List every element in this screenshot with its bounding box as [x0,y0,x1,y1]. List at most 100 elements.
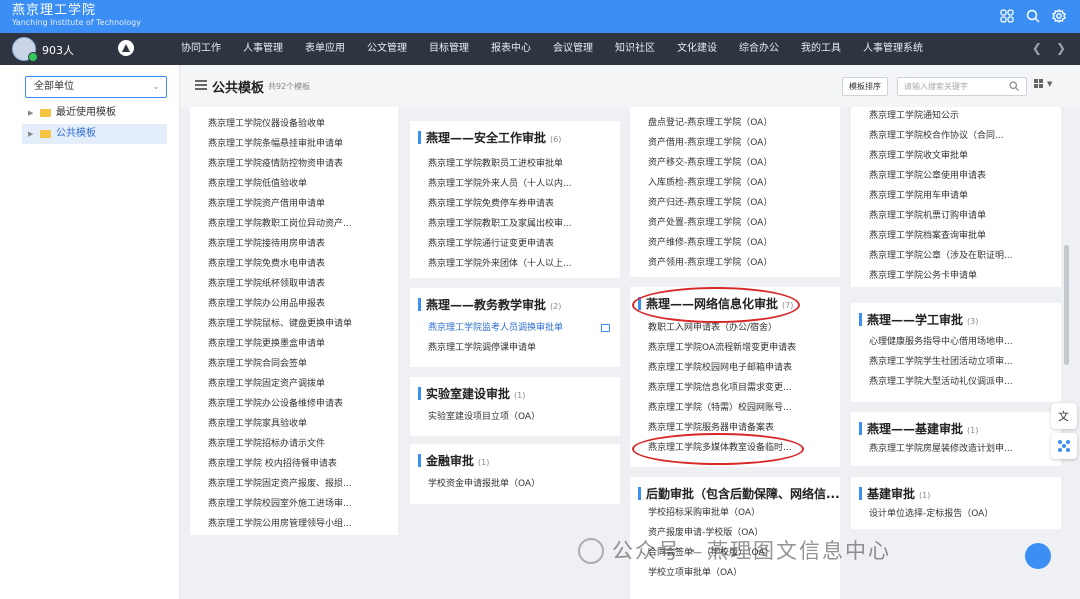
expand-arrow-icon[interactable]: ▶ [28,124,33,144]
template-link[interactable]: 燕京理工学院校合作协议（合同... [869,130,1029,142]
nav-item-forms[interactable]: 表单应用 [294,33,356,65]
template-link[interactable]: 燕京理工学院免费水电申请表 [208,258,368,270]
search-input[interactable]: 请输入搜索关键字 [897,77,1027,96]
template-link[interactable]: 燕京理工学院通知公示 [869,110,1029,122]
template-link[interactable]: 燕京理工学院固定资产报废、报损... [208,478,368,490]
template-link[interactable]: 学校资金申请报批单（OA） [428,478,588,490]
apps-icon[interactable] [1000,9,1014,23]
template-link[interactable]: 燕京理工学院调停课申请单 [428,342,588,354]
template-link[interactable]: 燕京理工学院教职员工进校审批单 [428,158,588,170]
sort-button[interactable]: 模板排序 [842,77,888,96]
template-link[interactable]: 学校立项审批单（OA） [648,567,808,579]
unit-select[interactable]: 全部单位 ⌄ [25,76,167,98]
sidebar-item-recent[interactable]: ▶ 最近使用模板 [22,103,167,123]
template-link[interactable]: 燕京理工学院鼠标、键盘更换申请单 [208,318,368,330]
template-link[interactable]: 燕京理工学院教职工及家属出校审... [428,218,588,230]
template-link[interactable]: 燕京理工学院接待用房申请表 [208,238,368,250]
template-link[interactable]: 实验室建设项目立项（OA） [428,411,588,423]
template-link[interactable]: 燕京理工学院学生社团活动立项审... [869,356,1029,368]
template-link[interactable]: 燕京理工学院校园网电子邮箱申请表 [648,362,808,374]
template-link[interactable]: 资产借用-燕京理工学院（OA） [648,137,808,149]
chevron-left-icon[interactable]: ❮ [1032,41,1042,55]
template-link[interactable]: 燕京理工学院外来人员（十人以内... [428,178,588,190]
template-card: 燕理——基建审批 (1) 燕京理工学院房屋装修改造计划申... [851,412,1061,466]
template-link[interactable]: 资产处置-燕京理工学院（OA） [648,217,808,229]
template-link[interactable]: 燕京理工学院房屋装修改造计划申... [869,443,1029,455]
template-link[interactable]: 教职工入网申请表（办公/宿舍） [648,322,808,334]
nav-item-culture[interactable]: 文化建设 [666,33,728,65]
nav-item-goals[interactable]: 目标管理 [418,33,480,65]
template-link[interactable]: 燕京理工学院档案查询审批单 [869,230,1029,242]
assistant-icon[interactable] [1051,433,1077,459]
expand-arrow-icon[interactable]: ▶ [28,103,33,123]
template-link[interactable]: 燕京理工学院OA流程新增变更申请表 [648,342,808,354]
template-link[interactable]: 燕京理工学院 校内招待餐申请表 [208,458,368,470]
template-link[interactable]: 燕京理工学院大型活动礼仪调派申... [869,376,1029,388]
template-link[interactable]: 燕京理工学院校园室外施工进场审... [208,498,368,510]
template-link[interactable]: 燕京理工学院通行证变更申请表 [428,238,588,250]
card-title: 金融审批 (1) [418,452,489,469]
template-link[interactable]: 燕京理工学院疫情防控物资申请表 [208,158,368,170]
nav-arrows: ❮ ❯ [1032,41,1066,55]
template-link[interactable]: 燕京理工学院合同会签单 [208,358,368,370]
template-link[interactable]: 燕京理工学院（特需）校园网账号... [648,402,808,414]
nav-item-meetings[interactable]: 会议管理 [542,33,604,65]
template-link[interactable]: 燕京理工学院机票订购申请单 [869,210,1029,222]
template-link[interactable]: 心理健康服务指导中心借用场地申... [869,336,1029,348]
search-icon[interactable] [1009,81,1019,91]
gear-icon[interactable] [1052,9,1066,23]
top-icons [1000,9,1066,23]
template-link[interactable]: 入库质检-燕京理工学院（OA） [648,177,808,189]
template-link[interactable]: 燕京理工学院公用房管理领导小组... [208,518,368,530]
view-toggle-icon[interactable]: ▼ [1034,79,1056,93]
nav-item-tools[interactable]: 我的工具 [790,33,852,65]
template-link[interactable]: 燕京理工学院教职工岗位异动资产... [208,218,368,230]
template-link[interactable]: 燕京理工学院公章使用申请表 [869,170,1029,182]
search-icon[interactable] [1026,9,1040,23]
template-link[interactable]: 燕京理工学院条幅悬挂审批申请单 [208,138,368,150]
nav-item-knowledge[interactable]: 知识社区 [604,33,666,65]
template-link[interactable]: 学校招标采购审批单（OA） [648,507,808,519]
chat-float-icon[interactable] [1025,543,1051,569]
template-link[interactable]: 盘点登记-燕京理工学院（OA） [648,117,808,129]
template-link[interactable]: 燕京理工学院低值验收单 [208,178,368,190]
template-link[interactable]: 资产归还-燕京理工学院（OA） [648,197,808,209]
template-link[interactable]: 燕京理工学院招标办请示文件 [208,438,368,450]
brand[interactable]: 燕京理工学院 Yanching Institute of Technology [12,3,141,28]
nav-item-reports[interactable]: 报表中心 [480,33,542,65]
template-link[interactable]: 资产维修-燕京理工学院（OA） [648,237,808,249]
template-link[interactable]: 燕京理工学院公章（涉及在职证明... [869,250,1029,262]
template-link[interactable]: 燕京理工学院收文审批单 [869,150,1029,162]
template-link[interactable]: 设计单位选择-定标报告（OA） [869,508,1029,520]
template-link[interactable]: 资产移交-燕京理工学院（OA） [648,157,808,169]
nav-item-hr[interactable]: 人事管理 [232,33,294,65]
template-link[interactable]: 燕京理工学院办公用品申报表 [208,298,368,310]
template-link[interactable]: 资产领用-燕京理工学院（OA） [648,257,808,269]
edit-icon[interactable] [601,324,610,332]
nav-item-collab[interactable]: 协同工作 [170,33,232,65]
template-link[interactable]: 燕京理工学院外来团体（十人以上... [428,258,588,270]
template-link[interactable]: 燕京理工学院免费停车券申请表 [428,198,588,210]
scrollbar[interactable] [1064,245,1069,365]
template-link[interactable]: 燕京理工学院资产借用申请单 [208,198,368,210]
translate-icon[interactable]: 文 [1051,403,1077,429]
template-link[interactable]: 燕京理工学院监考人员调换审批单 [428,322,588,334]
template-link[interactable]: 燕京理工学院办公设备维修申请表 [208,398,368,410]
template-link[interactable]: 燕京理工学院家具验收单 [208,418,368,430]
chevron-right-icon[interactable]: ❯ [1056,41,1066,55]
avatar[interactable] [12,37,38,62]
template-link[interactable]: 燕京理工学院更换墨盒申请单 [208,338,368,350]
template-link[interactable]: 燕京理工学院信息化项目需求变更... [648,382,808,394]
template-link[interactable]: 燕京理工学院用车申请单 [869,190,1029,202]
nav-item-hr-system[interactable]: 人事管理系统 [852,33,934,65]
nav-item-docs[interactable]: 公文管理 [356,33,418,65]
template-link[interactable]: 燕京理工学院固定资产调拨单 [208,378,368,390]
template-link[interactable]: 燕京理工学院纸杯领取申请表 [208,278,368,290]
wechat-logo-icon [578,538,604,564]
template-link[interactable]: 燕京理工学院公务卡申请单 [869,270,1029,282]
template-link[interactable]: 燕京理工学院仪器设备验收单 [208,118,368,130]
user-name[interactable]: 903人 [42,42,74,58]
warning-icon[interactable] [118,40,134,56]
sidebar-item-public[interactable]: ▶ 公共模板 [22,124,167,144]
nav-item-office[interactable]: 综合办公 [728,33,790,65]
